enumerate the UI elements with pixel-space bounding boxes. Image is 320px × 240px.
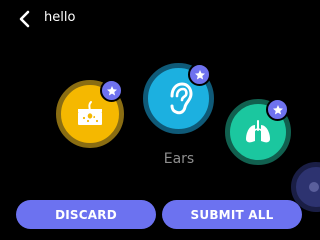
star-icon xyxy=(272,104,283,114)
star-icon xyxy=(106,85,117,95)
screen: hello Ears DISCARD SUBMIT ALL xyxy=(0,0,320,240)
star-icon xyxy=(194,69,205,79)
back-button[interactable] xyxy=(14,8,36,30)
discard-button[interactable]: DISCARD xyxy=(16,200,156,229)
hair-star-badge xyxy=(100,79,123,102)
focused-bubble-label: Ears xyxy=(163,151,195,167)
partial-icon xyxy=(296,167,320,207)
submit-all-button[interactable]: SUBMIT ALL xyxy=(162,200,302,229)
page-title: hello xyxy=(44,10,76,25)
chevron-left-icon xyxy=(19,10,30,28)
lungs-star-badge xyxy=(266,98,289,121)
ears-star-badge xyxy=(188,63,211,86)
